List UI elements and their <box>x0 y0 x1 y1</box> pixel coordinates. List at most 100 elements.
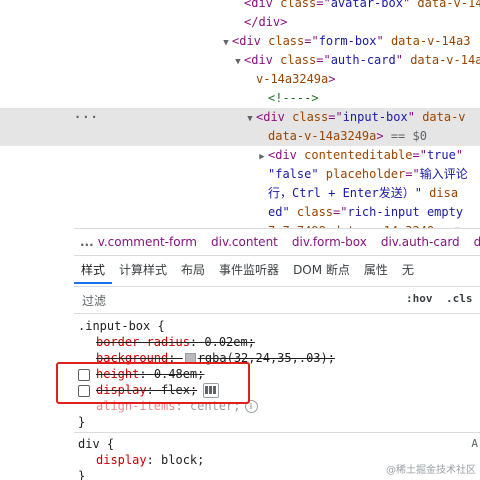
declaration-row: border-radius: 0.02em; <box>96 334 480 350</box>
color-swatch-icon[interactable] <box>184 353 196 364</box>
property-value[interactable]: center <box>190 399 233 413</box>
tree-node[interactable]: ▶ <div contenteditable="true" <box>0 146 480 165</box>
breadcrumb-item[interactable]: div.auth-card <box>381 235 460 249</box>
semicolon: ; <box>327 351 335 365</box>
tree-token: =" <box>412 148 427 162</box>
elements-tree[interactable]: <div class="avatar-box" data-v-14a3 </div… <box>0 0 480 228</box>
tree-token: > <box>376 129 384 143</box>
declaration-checkbox[interactable] <box>78 384 90 397</box>
cls-toggle-button[interactable]: .cls <box>446 292 473 305</box>
tree-token: class <box>292 110 329 124</box>
tree-node[interactable]: ▼ <div class="form-box" data-v-14a3 <box>0 32 480 51</box>
declaration-checkbox[interactable] <box>78 368 90 381</box>
tree-node[interactable]: 行，Ctrl + Enter发送）" disa <box>0 184 480 203</box>
declaration-row: height: 0.48em; <box>78 366 480 382</box>
tree-node[interactable]: v-14a3249a> <box>0 70 480 89</box>
tree-token: =" <box>304 34 319 48</box>
semicolon: ; <box>189 383 198 397</box>
property-name[interactable]: display <box>96 383 147 397</box>
property-name[interactable]: align-items <box>96 399 175 413</box>
styles-tabbar: 样式 计算样式 布局 事件监听器 DOM 断点 属性无 <box>74 258 480 284</box>
colon: : <box>189 335 205 349</box>
tree-node[interactable]: <!----> <box>0 89 480 108</box>
tree-token: v-14a3249a <box>256 72 329 86</box>
watermark: @稀土掘金技术社区 <box>386 465 476 476</box>
hov-toggle-button[interactable]: :hov <box>406 292 433 305</box>
breadcrumb-item[interactable]: div.content <box>211 235 278 249</box>
tree-token: =" <box>316 53 331 67</box>
colon: : <box>175 399 190 413</box>
tab-0[interactable]: 样式 <box>74 258 113 284</box>
tree-token: true <box>426 148 456 162</box>
property-name[interactable]: border-radius <box>96 335 190 349</box>
colon: : <box>139 367 154 381</box>
tree-node[interactable]: </div> <box>0 13 480 32</box>
node-menu-icon[interactable]: ··· <box>74 108 99 127</box>
tree-token: =" <box>333 205 348 219</box>
declaration-row: align-items: center; i <box>96 398 480 414</box>
tab-6[interactable]: 无 <box>395 258 421 282</box>
tree-token: class <box>268 34 305 48</box>
tree-token: <div <box>244 0 281 10</box>
declaration[interactable]: align-items: center; <box>96 399 241 413</box>
declaration-row: background: rgba(32,24,35,.03); <box>96 350 480 366</box>
tree-node[interactable]: data-v-14a3249a> == $0 <box>0 127 480 146</box>
property-name[interactable]: background <box>96 351 168 365</box>
breadcrumb-item[interactable]: d <box>474 235 480 249</box>
tree-node[interactable]: ▼ <div class="input-box" data-v ··· <box>0 108 480 127</box>
tree-token: </div> <box>244 15 288 29</box>
declaration[interactable]: border-radius: 0.02em; <box>96 335 255 349</box>
property-name[interactable]: height <box>96 367 139 381</box>
rule-close: } <box>78 415 86 429</box>
tree-token: =" <box>316 0 331 10</box>
declaration[interactable]: display: block; <box>96 453 204 467</box>
filter-input[interactable]: 过滤 <box>82 292 106 309</box>
info-icon[interactable]: i <box>244 400 258 413</box>
property-value[interactable]: 0.48em <box>154 367 197 381</box>
property-value[interactable]: 0.02em <box>204 335 247 349</box>
semicolon: ; <box>233 399 241 413</box>
rule-selector[interactable]: div { <box>78 437 114 451</box>
semicolon: ; <box>197 453 205 467</box>
property-value[interactable]: block <box>161 453 197 467</box>
tree-token: avatar-box <box>330 0 403 10</box>
declaration[interactable]: display: flex; <box>96 383 197 397</box>
tree-token: data-v-14a <box>410 53 480 67</box>
tree-token: data-v-14a3 <box>390 34 471 48</box>
tree-token: disa <box>429 186 459 200</box>
rule-divider <box>74 432 480 433</box>
flexbox-editor-icon[interactable] <box>203 383 220 398</box>
tab-3[interactable]: 事件监听器 <box>212 258 286 282</box>
tree-token: =" <box>405 167 420 181</box>
tree-token: data-v-14a3 <box>417 0 480 10</box>
filter-bar: 过滤 :hov .cls <box>74 286 480 314</box>
declaration[interactable]: background: rgba(32,24,35,.03); <box>96 351 335 365</box>
tree-node[interactable]: ▼ <div class="auth-card" data-v-14a <box>0 51 480 70</box>
tree-token: <div <box>232 34 269 48</box>
rule-selector[interactable]: .input-box { <box>78 319 165 333</box>
tree-node[interactable]: <div class="avatar-box" data-v-14a3 <box>0 0 480 13</box>
colon: : <box>168 351 183 365</box>
tree-token: =" <box>328 110 343 124</box>
property-name[interactable]: display <box>96 453 147 467</box>
tab-1[interactable]: 计算样式 <box>112 258 174 282</box>
breadcrumb-item[interactable]: v.comment-form <box>98 235 197 249</box>
breadcrumb-overflow-button[interactable]: ... <box>80 235 94 249</box>
declaration[interactable]: height: 0.48em; <box>96 367 204 381</box>
tree-node[interactable]: "false" placeholder="输入评论 <box>0 165 480 184</box>
breadcrumb-item[interactable]: div.form-box <box>292 235 367 249</box>
property-value[interactable]: flex <box>161 383 190 397</box>
tree-token: ed" <box>268 205 297 219</box>
rule-close: } <box>78 469 86 480</box>
property-value[interactable]: rgba(32,24,35,.03) <box>198 351 328 365</box>
tree-token: placeholder <box>325 167 406 181</box>
tab-2[interactable]: 布局 <box>174 258 212 282</box>
rule-header: div { A <box>78 436 480 452</box>
tree-node[interactable]: ed" class="rich-input empty <box>0 203 480 222</box>
tree-token: rich-input empty <box>347 205 464 219</box>
tab-5[interactable]: 属性 <box>357 258 395 282</box>
rule-source-link[interactable]: A <box>471 436 478 452</box>
tree-token: class <box>280 53 317 67</box>
tree-token: > <box>328 72 336 86</box>
tab-4[interactable]: DOM 断点 <box>286 258 357 282</box>
